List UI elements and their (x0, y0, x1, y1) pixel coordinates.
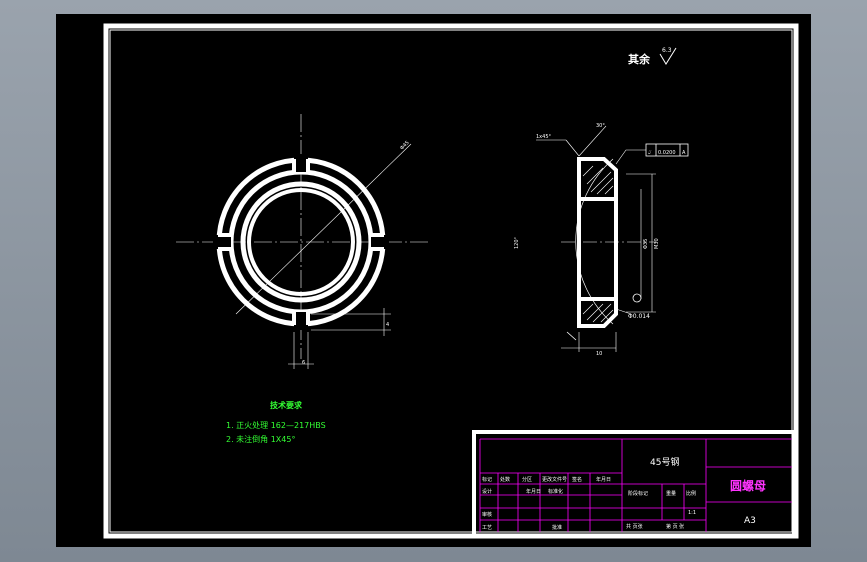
bore-label: Φ35 (643, 239, 649, 249)
chamfer-label: 1x45° (536, 134, 552, 140)
arrow-icon (566, 331, 577, 341)
tolerance-symbol: ⌰ (648, 150, 652, 156)
design-col-2: 标准化 (548, 488, 563, 495)
chamfer-leader (565, 139, 580, 157)
roughness-value: 6.3 (662, 47, 672, 54)
row-label-3: 分区 (522, 476, 532, 483)
left-label-process: 工艺 (482, 525, 492, 531)
left-label-review: 审核 (482, 511, 492, 518)
row-label-6: 年月日 (596, 476, 611, 483)
row-label-2: 处数 (500, 476, 510, 483)
sheet-total: 共 页张 (626, 523, 643, 530)
runout-label: Φ0.014 (628, 313, 650, 320)
design-col-1: 年月日 (526, 488, 541, 495)
cad-drawing-viewport[interactable]: 其余 6.3 Φ45 4 6 1x45° 30° ⌰ 0.0200 A M30 … (56, 14, 811, 547)
thickness-label: 10 (596, 351, 602, 357)
front-outer-dia-label: Φ45 (399, 140, 411, 152)
sheet-number: 第 页 张 (666, 523, 684, 530)
scale-value: 1:1 (688, 510, 696, 516)
thread-label: M30 (654, 238, 660, 249)
approve-label: 批准 (552, 524, 562, 531)
weight-label: 重量 (666, 490, 676, 497)
slot-top (294, 154, 308, 172)
roughness-note: 其余 6.3 (628, 47, 677, 66)
roughness-label: 其余 (628, 52, 651, 66)
datum-circle-icon (632, 293, 642, 303)
slot-left (213, 235, 231, 249)
tolerance-datum: A (682, 150, 686, 156)
tech-title: 技术要求 (270, 400, 303, 410)
sheet-size: A3 (744, 516, 756, 526)
row-label-4: 更改文件号 (542, 476, 567, 483)
slot-bottom (294, 312, 308, 330)
stage-label: 阶段标记 (628, 490, 648, 497)
tech-item-1: 1. 正火处理 162—217HBS (226, 420, 326, 430)
tolerance-value: 0.0200 (658, 150, 676, 156)
front-slot-depth-label: 4 (386, 322, 389, 328)
hatch-top (582, 165, 614, 195)
front-view (176, 114, 428, 369)
part-name: 圆螺母 (730, 478, 766, 493)
inner-border (109, 29, 793, 533)
left-label-design: 设计 (482, 488, 492, 495)
outer-border (103, 23, 799, 539)
angle-leader (578, 125, 607, 157)
side-view (536, 125, 689, 352)
slot-right (371, 235, 389, 249)
row-label-1: 标记 (482, 476, 492, 483)
arc-label: 120° (514, 236, 520, 249)
scale-label: 比例 (686, 490, 696, 497)
material-label: 45号钢 (650, 456, 679, 468)
front-slot-width-label: 6 (302, 360, 305, 366)
tolerance-leader (615, 149, 646, 165)
angle-label: 30° (596, 123, 605, 129)
tech-requirements: 技术要求 1. 正火处理 162—217HBS 2. 未注倒角 1X45° (226, 400, 326, 444)
tech-item-2: 2. 未注倒角 1X45° (226, 434, 295, 444)
row-label-5: 签名 (572, 476, 582, 483)
drawing-canvas: 其余 6.3 Φ45 4 6 1x45° 30° ⌰ 0.0200 A M30 … (103, 23, 799, 539)
title-block: 45号钢 圆螺母 A3 1:1 标记 处数 分区 更改文件号 签名 年月日 设计… (472, 430, 796, 538)
